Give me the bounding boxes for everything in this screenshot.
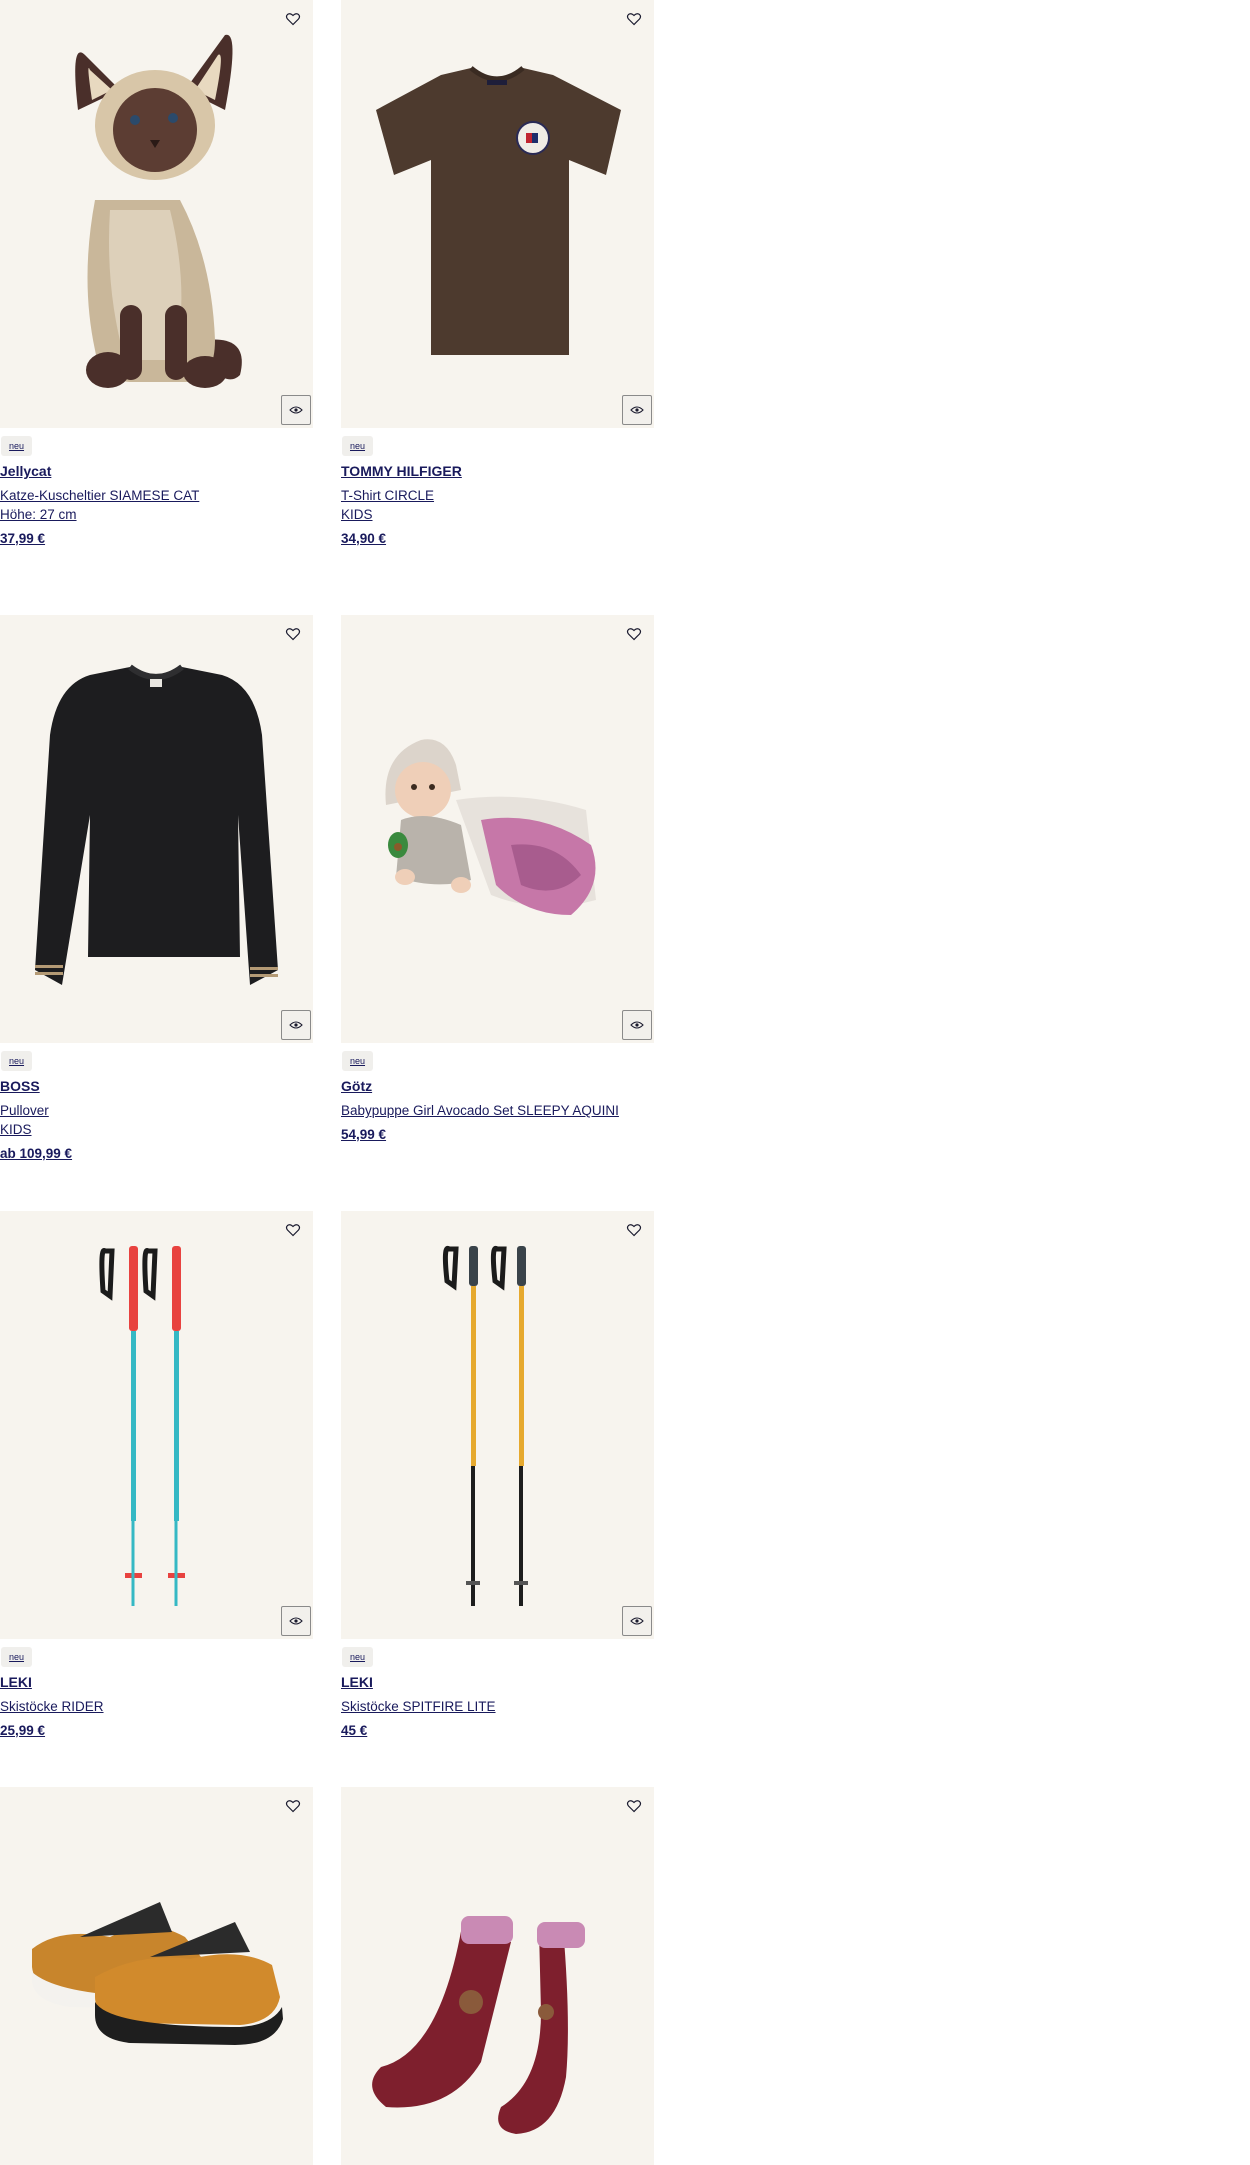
quick-view-button[interactable] xyxy=(281,395,311,425)
new-badge: neu xyxy=(1,436,33,456)
product-card[interactable]: neu TOMMY HILFIGER T-Shirt CIRCLE KIDS 3… xyxy=(341,0,654,548)
product-card[interactable]: neu Götz Babypuppe Girl Avocado Set SLEE… xyxy=(341,615,654,1144)
new-badge: neu xyxy=(1,1647,33,1667)
sweater-image xyxy=(35,664,278,985)
product-name[interactable]: Katze-Kuscheltier SIAMESE CAT xyxy=(0,486,313,505)
product-image[interactable] xyxy=(341,615,654,1043)
product-brand[interactable]: Götz xyxy=(341,1077,654,1095)
product-name[interactable]: Pullover xyxy=(0,1101,313,1120)
product-brand[interactable]: BOSS xyxy=(0,1077,313,1095)
tshirt-image xyxy=(376,66,621,355)
product-brand[interactable]: TOMMY HILFIGER xyxy=(341,462,654,480)
product-detail[interactable]: Höhe: 27 cm xyxy=(0,505,313,524)
new-badge: neu xyxy=(342,1051,374,1071)
eye-icon xyxy=(289,406,303,414)
product-image[interactable] xyxy=(341,1787,654,2165)
product-price[interactable]: 37,99 € xyxy=(0,530,313,548)
ski-poles-black-image xyxy=(442,1245,528,1606)
plush-cat-image xyxy=(75,34,242,388)
product-card[interactable] xyxy=(0,1787,313,2165)
heart-icon[interactable] xyxy=(626,11,642,27)
product-card[interactable] xyxy=(341,1787,654,2165)
product-detail[interactable]: KIDS xyxy=(0,1120,313,1139)
quick-view-button[interactable] xyxy=(281,1606,311,1636)
product-card[interactable]: neu LEKI Skistöcke SPITFIRE LITE 45 € xyxy=(341,1211,654,1740)
quick-view-button[interactable] xyxy=(622,395,652,425)
product-brand[interactable]: Jellycat xyxy=(0,462,313,480)
heart-icon[interactable] xyxy=(626,1222,642,1238)
eye-icon xyxy=(630,1617,644,1625)
product-price[interactable]: 54,99 € xyxy=(341,1126,654,1144)
product-card[interactable]: neu BOSS Pullover KIDS ab 109,99 € xyxy=(0,615,313,1163)
quick-view-button[interactable] xyxy=(622,1010,652,1040)
product-image[interactable] xyxy=(0,1211,313,1639)
heart-icon[interactable] xyxy=(285,1798,301,1814)
eye-icon xyxy=(630,406,644,414)
product-image[interactable] xyxy=(341,1211,654,1639)
new-badge: neu xyxy=(1,1051,33,1071)
new-badge: neu xyxy=(342,436,374,456)
product-price[interactable]: 25,99 € xyxy=(0,1722,313,1740)
product-name[interactable]: Babypuppe Girl Avocado Set SLEEPY AQUINI xyxy=(341,1101,654,1120)
product-brand[interactable]: LEKI xyxy=(341,1673,654,1691)
product-card[interactable]: neu Jellycat Katze-Kuscheltier SIAMESE C… xyxy=(0,0,313,548)
product-card[interactable]: neu LEKI Skistöcke RIDER 25,99 € xyxy=(0,1211,313,1740)
baby-doll-image xyxy=(385,739,596,915)
quick-view-button[interactable] xyxy=(281,1010,311,1040)
product-image[interactable] xyxy=(0,615,313,1043)
eye-icon xyxy=(289,1021,303,1029)
eye-icon xyxy=(630,1021,644,1029)
product-image[interactable] xyxy=(0,1787,313,2165)
heart-icon[interactable] xyxy=(285,1222,301,1238)
product-price[interactable]: ab 109,99 € xyxy=(0,1145,313,1163)
product-brand[interactable]: LEKI xyxy=(0,1673,313,1691)
eye-icon xyxy=(289,1617,303,1625)
sneakers-image xyxy=(32,1902,283,2045)
ski-poles-red-image xyxy=(99,1246,185,1606)
product-image[interactable] xyxy=(341,0,654,428)
product-name[interactable]: Skistöcke SPITFIRE LITE xyxy=(341,1697,654,1716)
quick-view-button[interactable] xyxy=(622,1606,652,1636)
product-name[interactable]: Skistöcke RIDER xyxy=(0,1697,313,1716)
heart-icon[interactable] xyxy=(626,626,642,642)
product-name[interactable]: T-Shirt CIRCLE xyxy=(341,486,654,505)
product-detail[interactable]: KIDS xyxy=(341,505,654,524)
heart-icon[interactable] xyxy=(285,626,301,642)
product-price[interactable]: 34,90 € xyxy=(341,530,654,548)
product-image[interactable] xyxy=(0,0,313,428)
socks-image xyxy=(372,1916,585,2134)
new-badge: neu xyxy=(342,1647,374,1667)
heart-icon[interactable] xyxy=(626,1798,642,1814)
heart-icon[interactable] xyxy=(285,11,301,27)
product-price[interactable]: 45 € xyxy=(341,1722,654,1740)
